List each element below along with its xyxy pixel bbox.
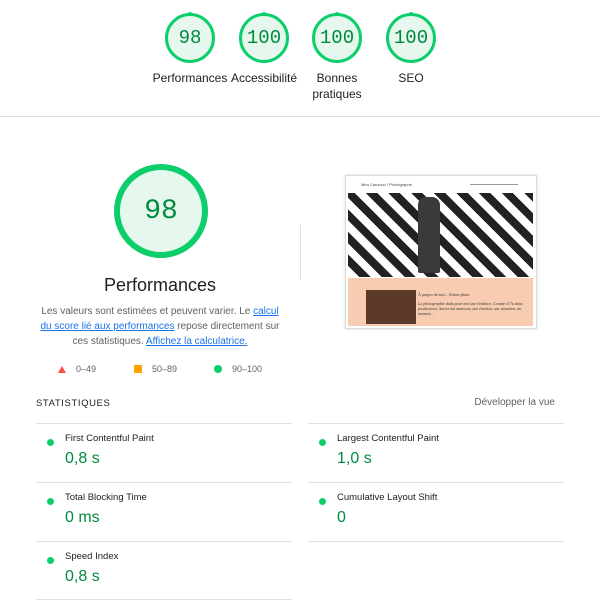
metric-value: 0,8 s	[65, 450, 100, 467]
metric-name: Speed Index	[65, 551, 119, 562]
metric-name: Largest Contentful Paint	[337, 433, 439, 444]
metric-value: 0 ms	[65, 509, 100, 526]
pass-dot-icon	[319, 498, 326, 505]
legend-fail-range: 0–49	[76, 364, 97, 374]
screenshot-hero-image	[348, 193, 533, 277]
screenshot-paragraph: La photographie dada pour moi une éviden…	[418, 301, 523, 316]
best-practices-gauge[interactable]: 100	[312, 12, 362, 63]
pass-dot-icon	[47, 557, 54, 564]
performance-score: 98	[178, 27, 202, 49]
seo-gauge[interactable]: 100	[386, 12, 436, 63]
metric-name: First Contentful Paint	[65, 433, 154, 444]
seo-label[interactable]: SEO	[366, 70, 456, 86]
description-text-1: Les valeurs sont estimées et peuvent var…	[41, 306, 254, 317]
statistics-heading: STATISTIQUES	[36, 398, 111, 409]
pass-dot-icon	[47, 439, 54, 446]
screenshot-nav	[470, 184, 518, 185]
screenshot-text: À propos de moi – Artiste photo La photo…	[418, 292, 528, 316]
performance-title: Performances	[103, 275, 217, 295]
metric-total-blocking-time: Total Blocking Time 0 ms	[36, 482, 292, 542]
metric-largest-contentful-paint: Largest Contentful Paint 1,0 s	[308, 423, 564, 483]
screenshot-portrait	[366, 290, 416, 324]
best-practices-score: 100	[319, 27, 355, 49]
square-icon	[134, 365, 142, 373]
performance-gauge[interactable]: 98	[165, 12, 215, 63]
metric-first-contentful-paint: First Contentful Paint 0,8 s	[36, 423, 292, 483]
expand-view-toggle[interactable]: Développer la vue	[474, 397, 555, 408]
circle-icon	[214, 365, 222, 373]
screenshot-site-title: Mira Carducci / Photographe	[361, 182, 412, 187]
pass-dot-icon	[319, 439, 326, 446]
metric-value: 0,8 s	[65, 568, 100, 585]
screenshot-about-section: À propos de moi – Artiste photo La photo…	[348, 278, 533, 326]
pass-dot-icon	[47, 498, 54, 505]
metric-cumulative-layout-shift: Cumulative Layout Shift 0	[308, 482, 564, 542]
performance-main-gauge: 98	[114, 164, 208, 258]
legend-average: 50–89	[134, 364, 177, 374]
legend-fail: 0–49	[58, 364, 96, 374]
accessibility-score: 100	[246, 27, 282, 49]
screenshot-heading: À propos de moi – Artiste photo	[418, 292, 470, 297]
triangle-icon	[58, 365, 66, 373]
screenshot-header: Mira Carducci / Photographe	[346, 176, 536, 192]
header-divider	[0, 116, 600, 117]
metric-speed-index: Speed Index 0,8 s	[36, 541, 292, 601]
category-gauges: 98 Performances 100 Accessibilité 100 Bo…	[0, 0, 600, 116]
seo-score: 100	[393, 27, 429, 49]
metric-value: 1,0 s	[337, 450, 372, 467]
accessibility-gauge[interactable]: 100	[239, 12, 289, 63]
legend-average-range: 50–89	[152, 364, 178, 374]
legend-pass: 90–100	[214, 364, 262, 374]
performance-description: Les valeurs sont estimées et peuvent var…	[40, 304, 280, 349]
vertical-separator	[300, 225, 301, 280]
legend-pass-range: 90–100	[232, 364, 263, 374]
metrics-grid-divider	[308, 541, 564, 542]
metric-name: Cumulative Layout Shift	[337, 492, 438, 503]
metric-value: 0	[337, 509, 346, 526]
calculator-link[interactable]: Affichez la calculatrice.	[146, 336, 248, 347]
person-figure	[418, 197, 440, 273]
metrics-bottom-divider	[36, 599, 292, 600]
final-screenshot[interactable]: Mira Carducci / Photographe À propos de …	[345, 175, 537, 329]
metric-name: Total Blocking Time	[65, 492, 147, 503]
performance-main-score: 98	[144, 195, 178, 227]
